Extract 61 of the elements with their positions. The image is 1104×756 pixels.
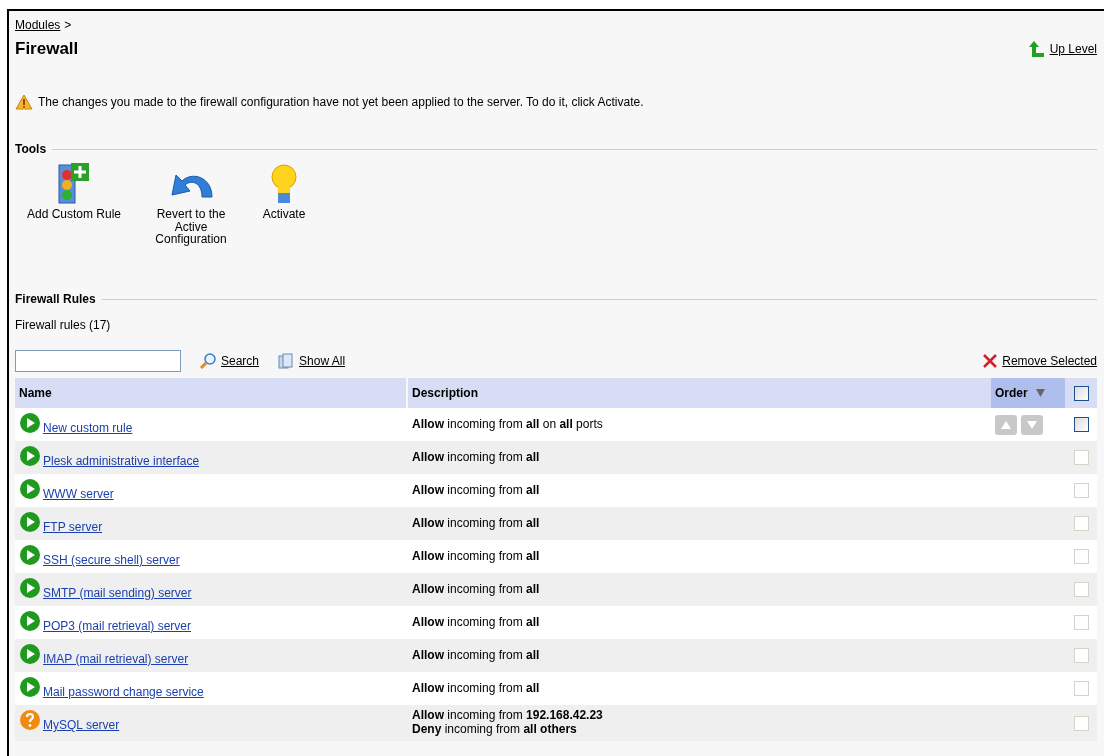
play-status-icon (19, 478, 41, 500)
down-triangle-icon (1027, 419, 1037, 430)
select-all-checkbox[interactable] (1073, 385, 1089, 401)
rule-name-link[interactable]: IMAP (mail retrieval) server (43, 652, 189, 666)
page-title: Firewall (15, 39, 79, 59)
question-status-icon (19, 709, 41, 731)
rule-name-link[interactable]: Plesk administrative interface (43, 454, 200, 468)
rule-name-link[interactable]: MySQL server (43, 718, 120, 732)
tool-button[interactable]: Activate (249, 162, 319, 282)
rule-description: Allow incoming from all (412, 615, 540, 630)
rule-name-link[interactable]: POP3 (mail retrieval) server (43, 619, 192, 633)
search-field[interactable] (15, 350, 181, 372)
play-status-icon (19, 676, 41, 698)
sort-down-icon (1035, 389, 1045, 397)
up-triangle-icon (1001, 419, 1011, 430)
rule-name-link[interactable]: New custom rule (43, 421, 133, 435)
show-all-link[interactable]: Show All (277, 352, 346, 370)
remove-selected-link[interactable]: Remove Selected (982, 353, 1097, 369)
column-header[interactable]: Order (991, 378, 1065, 408)
rule-name-link[interactable]: SSH (secure shell) server (43, 553, 180, 567)
rule-name-link[interactable]: Mail password change service (43, 685, 204, 699)
rule-description: Allow incoming from 192.168.42.23 Deny incoming from all others (412, 709, 603, 737)
rule-name-link[interactable]: FTP server (43, 520, 103, 534)
light-bulb-icon (270, 162, 298, 206)
rule-description: Allow incoming from all (412, 450, 540, 465)
play-status-icon (19, 511, 41, 533)
breadcrumb-link[interactable]: Modules (15, 18, 61, 32)
play-status-icon (19, 610, 41, 632)
up-level-link[interactable]: Up Level (1028, 40, 1097, 58)
play-status-icon (19, 544, 41, 566)
rule-description: Allow incoming from all (412, 681, 540, 696)
pages-icon (277, 352, 296, 370)
play-status-icon (19, 445, 41, 467)
rules-count: Firewall rules (17) (15, 318, 112, 334)
row-checkbox[interactable] (1073, 417, 1089, 432)
rule-description: Allow incoming from all (412, 549, 540, 564)
play-status-icon (19, 643, 41, 665)
rule-name-link[interactable]: SMTP (mail sending) server (43, 586, 192, 600)
section-heading: Tools (15, 142, 47, 156)
rule-description: Allow incoming from all (412, 582, 540, 597)
rule-description: Allow incoming from all (412, 516, 540, 531)
search-icon (199, 352, 217, 370)
rule-description: Allow incoming from all (412, 648, 540, 663)
search-link[interactable]: Search (199, 352, 260, 370)
breadcrumb-separator: > (64, 18, 72, 32)
section-heading: Firewall Rules (15, 292, 96, 306)
rule-description: Allow incoming from all on all ports (412, 417, 603, 432)
warning-icon (15, 94, 33, 110)
move-up-button[interactable] (995, 414, 1017, 435)
move-down-button[interactable] (1021, 414, 1043, 435)
play-status-icon (19, 412, 41, 434)
column-header[interactable]: Name (15, 378, 406, 408)
warning-message: The changes you made to the firewall configuration have not yet been applied to the server. To do it, click Activate. (38, 95, 644, 109)
play-status-icon (19, 577, 41, 599)
rule-description: Allow incoming from all (412, 483, 540, 498)
rule-name-link[interactable]: WWW server (43, 487, 114, 501)
close-icon (982, 353, 999, 369)
up-arrow-icon (1028, 40, 1047, 58)
tool-button[interactable]: Add Custom Rule (15, 162, 133, 282)
traffic-light-plus-icon (57, 162, 91, 206)
tool-button[interactable]: Revert to the Active Configuration (147, 162, 235, 282)
